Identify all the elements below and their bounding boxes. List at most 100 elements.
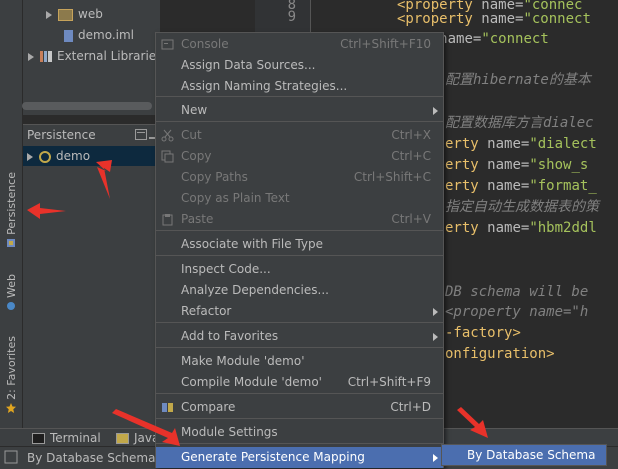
tab-web[interactable]: Web	[2, 274, 20, 311]
code-line: <property name="h	[445, 302, 588, 322]
menu-separator	[156, 322, 443, 323]
copy-icon	[161, 150, 174, 163]
java-button[interactable]: Java	[116, 429, 159, 447]
menu-item-generate-persistence-mapping[interactable]: Generate Persistence Mapping	[156, 447, 443, 468]
terminal-icon	[32, 433, 45, 444]
menu-item-label: Module Settings	[181, 425, 278, 439]
menu-item-new[interactable]: New	[156, 100, 443, 121]
submenu-arrow-icon	[433, 454, 438, 462]
iml-file-icon	[64, 29, 73, 42]
compare-icon	[162, 403, 173, 412]
code-line: DB schema will be	[445, 282, 588, 302]
tree-item-web[interactable]: web	[46, 4, 103, 24]
menu-item-add-to-favorites[interactable]: Add to Favorites	[156, 326, 443, 347]
menu-item-compile-module-demo[interactable]: Compile Module 'demo' Ctrl+Shift+F9	[156, 372, 443, 393]
tree-item-demo-iml[interactable]: demo.iml	[64, 25, 134, 45]
code-token: erty	[445, 220, 488, 236]
menu-item-module-settings[interactable]: Module Settings	[156, 422, 443, 443]
code-token: <property name="h	[445, 304, 589, 320]
menu-item-inspect-code[interactable]: Inspect Code...	[156, 259, 443, 280]
menu-item-shortcut: Ctrl+X	[391, 128, 431, 142]
code-token: <property	[397, 11, 482, 27]
menu-item-label: Cut	[181, 128, 202, 142]
menu-item-shortcut: Ctrl+D	[390, 400, 431, 414]
code-token: "show_s	[529, 157, 589, 173]
menu-item-copy[interactable]: Copy Ctrl+C	[156, 146, 443, 167]
code-token: erty	[445, 157, 488, 173]
tab-favorites[interactable]: 2: Favorites	[2, 336, 20, 413]
left-tool-strip: Persistence Web 2: Favorites	[0, 0, 23, 428]
menu-separator	[156, 121, 443, 122]
menu-item-label: Inspect Code...	[181, 262, 271, 276]
expand-icon[interactable]	[27, 152, 33, 161]
code-token: "hbm2ddl	[529, 220, 597, 236]
terminal-button[interactable]: Terminal	[32, 429, 101, 447]
menu-item-label: Make Module 'demo'	[181, 354, 305, 368]
code-line: erty name="show_s	[445, 155, 588, 175]
code-token: 配置hibernate的基本	[445, 72, 591, 88]
code-line: onfiguration>	[445, 344, 555, 364]
project-panel: web demo.iml External Librarie	[23, 0, 160, 115]
code-token: name=	[487, 136, 530, 152]
code-line: <property name="connect	[397, 9, 591, 29]
menu-item-shortcut: Ctrl+Shift+C	[353, 170, 431, 184]
generate-persistence-submenu: By Database Schema	[441, 444, 607, 466]
code-token: DB schema will be	[445, 284, 589, 300]
code-line: erty name="dialect	[445, 134, 597, 154]
menu-item-cut[interactable]: Cut Ctrl+X	[156, 125, 443, 146]
expand-icon[interactable]	[46, 10, 52, 19]
persistence-unit-icon	[39, 150, 51, 163]
code-token: name=	[481, 11, 524, 27]
menu-item-console[interactable]: Console Ctrl+Shift+F10	[156, 34, 443, 55]
menu-item-copy-paths[interactable]: Copy Paths Ctrl+Shift+C	[156, 167, 443, 188]
persistence-icon	[7, 238, 15, 247]
menu-item-label: Analyze Dependencies...	[181, 283, 329, 297]
menu-item-label: Compile Module 'demo'	[181, 375, 322, 389]
persistence-item-demo[interactable]: demo	[23, 146, 160, 166]
horizontal-scrollbar[interactable]	[22, 102, 152, 110]
menu-item-associate-with-file-type[interactable]: Associate with File Type	[156, 234, 443, 255]
menu-item-shortcut: Ctrl+Shift+F9	[347, 375, 431, 389]
star-icon	[6, 402, 16, 413]
menu-item-label: Add to Favorites	[181, 329, 279, 343]
menu-item-label: Compare	[181, 400, 236, 414]
menu-separator	[156, 418, 443, 419]
folder-icon	[58, 8, 73, 21]
panel-options-icon[interactable]	[135, 129, 147, 140]
persistence-panel-header: Persistence	[23, 124, 160, 146]
tree-item-external-libraries[interactable]: External Librarie	[28, 46, 156, 66]
code-token: 配置数据库方言dialec	[445, 115, 594, 131]
submenu-arrow-icon	[433, 308, 438, 316]
code-line: 配置数据库方言dialec	[445, 113, 594, 133]
status-text: By Database Schema	[27, 451, 156, 465]
console-icon	[161, 39, 174, 50]
expand-icon[interactable]	[28, 52, 34, 61]
code-line: erty name="hbm2ddl	[445, 218, 597, 238]
menu-item-label: New	[181, 103, 208, 117]
code-token: onfiguration>	[445, 346, 555, 362]
menu-item-copy-as-plain-text[interactable]: Copy as Plain Text	[156, 188, 443, 209]
menu-item-assign-naming-strategies[interactable]: Assign Naming Strategies...	[156, 76, 443, 97]
menu-item-analyze-dependencies[interactable]: Analyze Dependencies...	[156, 280, 443, 301]
tab-persistence[interactable]: Persistence	[2, 172, 20, 248]
code-token: "connect	[523, 11, 591, 27]
code-token: "dialect	[529, 136, 597, 152]
menu-item-by-database-schema[interactable]: By Database Schema	[442, 445, 606, 465]
code-token: name=	[487, 157, 530, 173]
web-icon	[7, 301, 15, 310]
context-menu: Console Ctrl+Shift+F10 Assign Data Sources…	[155, 32, 444, 468]
persistence-panel-title: Persistence	[27, 128, 96, 142]
menu-item-label: Generate Persistence Mapping	[181, 450, 365, 464]
menu-item-make-module-demo[interactable]: Make Module 'demo'	[156, 351, 443, 372]
menu-item-label: Refactor	[181, 304, 232, 318]
menu-item-compare[interactable]: Compare Ctrl+D	[156, 397, 443, 418]
submenu-arrow-icon	[433, 107, 438, 115]
java-icon	[116, 433, 129, 444]
menu-item-refactor[interactable]: Refactor	[156, 301, 443, 322]
menu-separator	[156, 230, 443, 231]
menu-item-paste[interactable]: Paste Ctrl+V	[156, 209, 443, 230]
menu-item-label: Copy Paths	[181, 170, 248, 184]
menu-separator	[156, 443, 443, 444]
menu-item-assign-data-sources[interactable]: Assign Data Sources...	[156, 55, 443, 76]
code-token: 指定自动生成数据表的策	[445, 199, 599, 215]
